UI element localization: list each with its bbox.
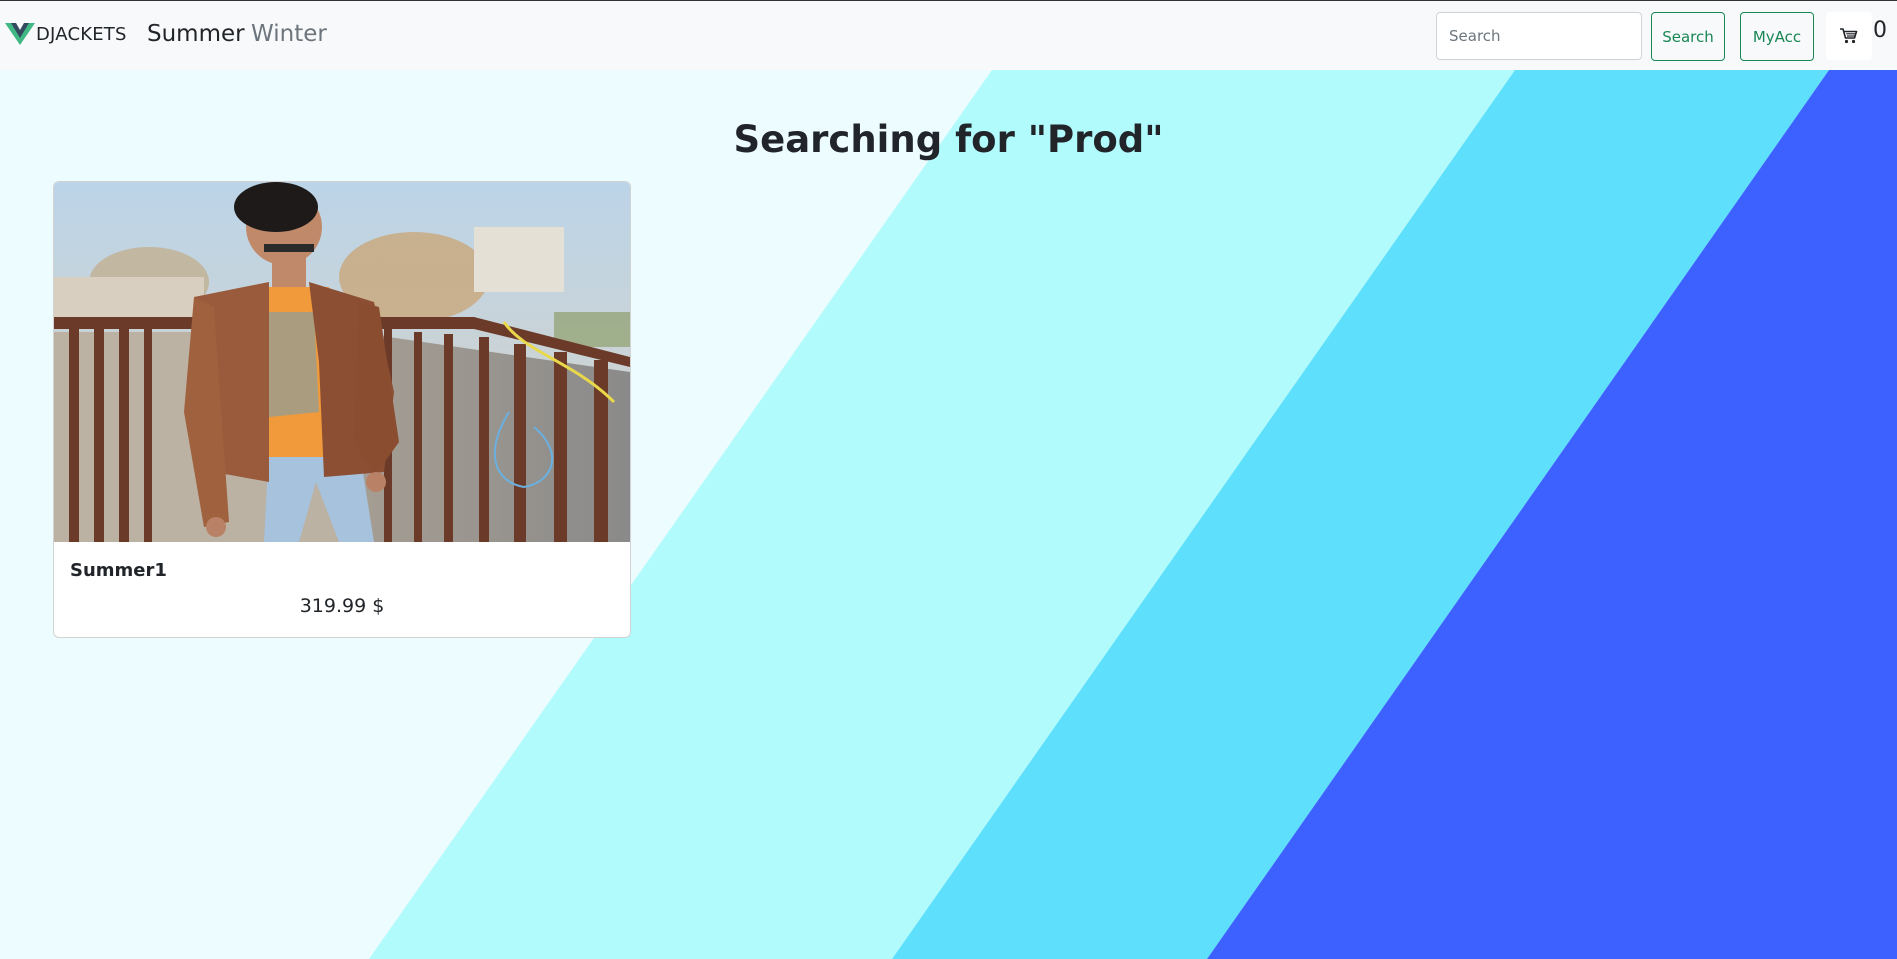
cart-count: 0 (1873, 18, 1887, 43)
page-title: Searching for "Prod" (733, 118, 1164, 161)
product-price: 319.99 $ (299, 595, 385, 617)
cart-button[interactable] (1826, 12, 1872, 60)
nav-winter[interactable]: Winter (251, 21, 327, 47)
vue-logo-icon (5, 23, 35, 45)
brand-link[interactable]: DJACKETS (5, 23, 127, 45)
product-card[interactable]: Summer1 319.99 $ (53, 181, 631, 638)
top-navbar: DJACKETS Summer Winter Search MyAcc 0 (0, 0, 1897, 70)
brand-name: DJACKETS (36, 23, 127, 45)
search-button[interactable]: Search (1651, 12, 1725, 61)
nav-summer[interactable]: Summer (147, 21, 245, 47)
cart-icon (1840, 28, 1858, 44)
search-input[interactable] (1436, 12, 1642, 60)
product-name: Summer1 (70, 560, 167, 581)
my-account-button[interactable]: MyAcc (1740, 12, 1814, 61)
product-photo (54, 182, 630, 542)
